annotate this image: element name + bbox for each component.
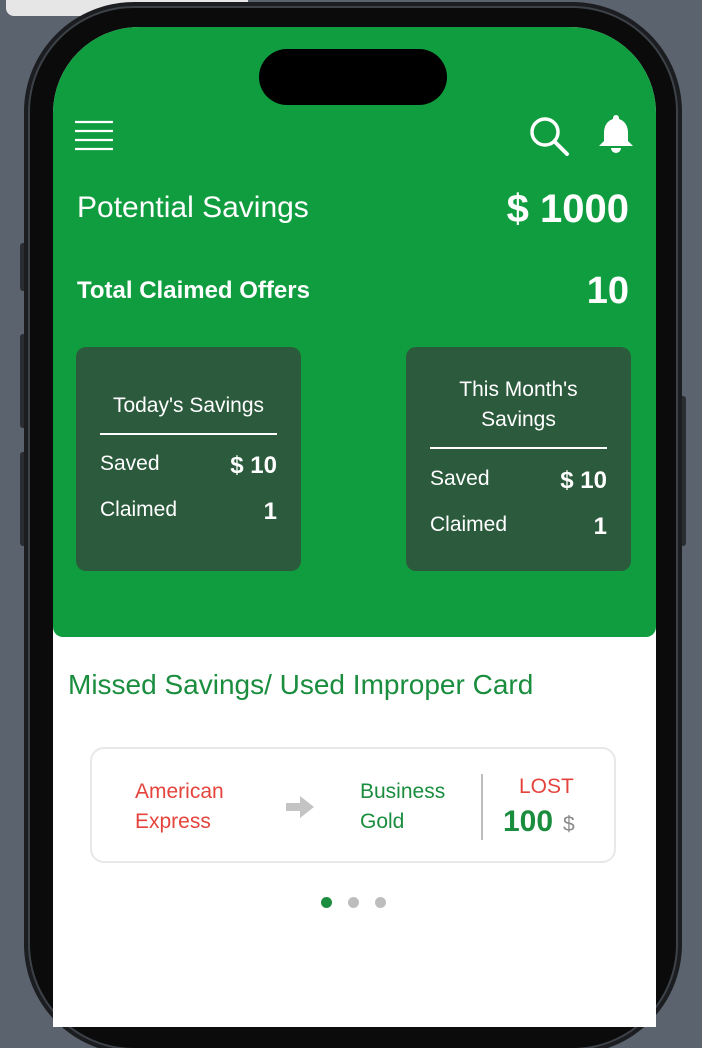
lost-amount: 100 (503, 805, 554, 838)
page-dot-3[interactable] (375, 897, 386, 908)
page-dot-1[interactable] (321, 897, 332, 908)
used-card-name-line1: American (135, 780, 224, 803)
used-card-name: American Express (135, 777, 224, 837)
total-claimed-offers-value: 10 (586, 270, 629, 312)
used-card-name-line2: Express (135, 810, 211, 833)
claimed-value: 1 (263, 498, 277, 525)
menu-icon[interactable] (75, 120, 113, 152)
side-button-volume-up (20, 334, 28, 428)
missed-savings-title: Missed Savings/ Used Improper Card (68, 669, 534, 700)
todays-savings-card[interactable]: Today's Savings Saved $ 10 Claimed 1 (76, 347, 301, 571)
currency-symbol: $ (563, 813, 575, 836)
card-divider (100, 433, 277, 435)
better-card-name-line1: Business (360, 780, 446, 803)
lost-label: LOST (519, 775, 574, 798)
card-title: This Month's Savings (459, 378, 578, 431)
app-screen: Potential Savings $ 1000 Total Claimed O… (53, 27, 656, 1027)
bell-icon[interactable] (597, 113, 635, 155)
card-title: Today's Savings (112, 394, 265, 417)
saved-label: Saved (100, 452, 160, 475)
this-months-savings-card[interactable]: This Month's Savings Saved $ 10 Claimed … (406, 347, 631, 571)
saved-value: $ 10 (560, 467, 607, 494)
total-claimed-offers-label: Total Claimed Offers (77, 277, 310, 304)
better-card-name-line2: Gold (360, 810, 405, 833)
potential-savings-value: $ 1000 (506, 187, 629, 231)
card-divider (430, 447, 607, 449)
saved-value: $ 10 (230, 452, 277, 479)
side-button-silent (20, 243, 28, 291)
potential-savings-label: Potential Savings (77, 191, 309, 224)
arrow-right-icon (285, 795, 315, 819)
savings-header: Potential Savings $ 1000 Total Claimed O… (53, 27, 656, 637)
better-card-name: Business Gold (360, 777, 445, 837)
claimed-label: Claimed (430, 513, 508, 536)
claimed-value: 1 (593, 513, 607, 540)
claimed-label: Claimed (100, 498, 178, 521)
page-indicator[interactable] (321, 897, 391, 909)
page-dot-2[interactable] (348, 897, 359, 908)
side-button-volume-down (20, 452, 28, 546)
dynamic-island (259, 49, 447, 105)
saved-label: Saved (430, 467, 490, 490)
search-icon[interactable] (528, 115, 570, 157)
missed-saving-card[interactable]: American Express Business Gold LOST 100 … (90, 747, 616, 863)
side-button-power (678, 396, 686, 546)
vertical-divider (481, 774, 483, 840)
